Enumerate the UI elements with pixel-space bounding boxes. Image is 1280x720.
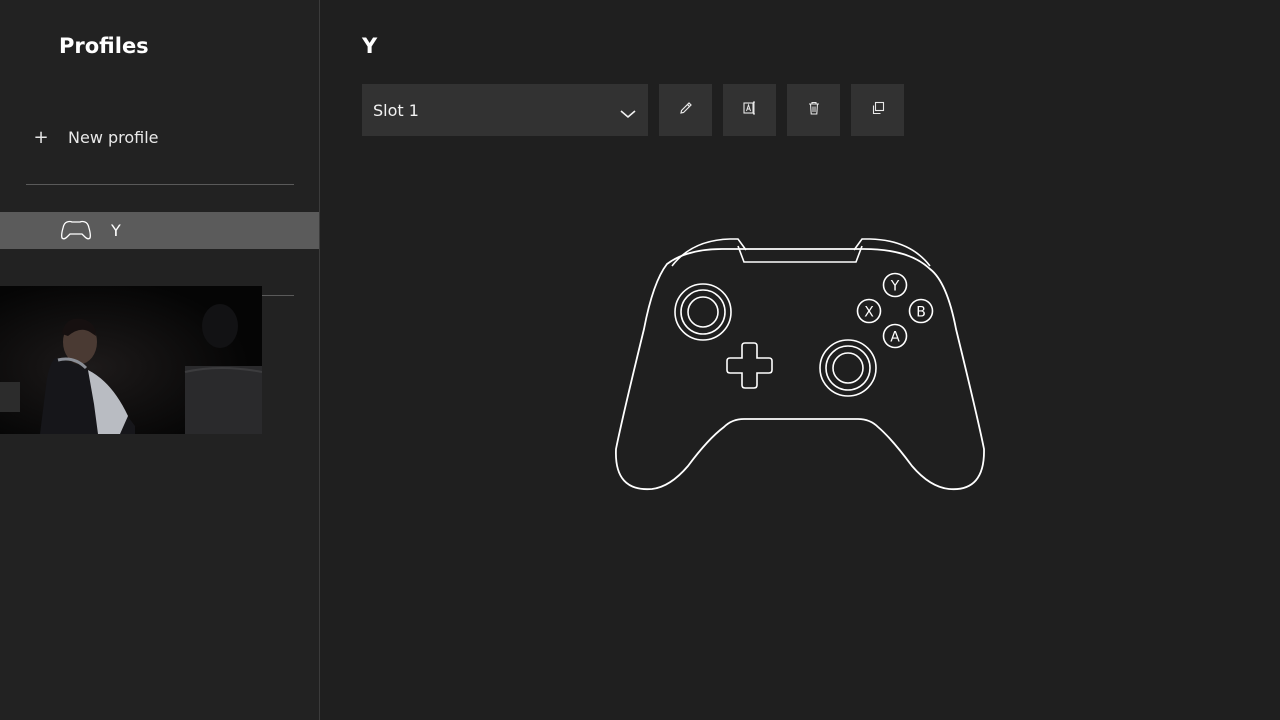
edit-button[interactable] [659,84,712,136]
app-root: Profiles + New profile Y Y Slot 1 Y X B … [0,0,1280,720]
svg-text:B: B [916,305,926,321]
controller-icon [60,220,92,244]
sidebar-title: Profiles [59,34,149,58]
chevron-down-icon [620,104,636,123]
copy-button[interactable] [851,84,904,136]
x-button: X [856,298,882,324]
svg-text:Y: Y [890,279,900,295]
new-profile-label: New profile [68,127,159,147]
rename-button[interactable] [723,84,776,136]
right-bumper [853,238,931,267]
new-profile-button[interactable]: + New profile [26,118,294,156]
controller-outline [615,248,985,490]
profile-item-y[interactable]: Y [0,212,319,249]
delete-trash-icon [806,100,822,120]
left-stick [674,283,732,341]
svg-text:A: A [890,330,900,346]
b-button: B [908,298,934,324]
y-button: Y [882,272,908,298]
right-stick [819,339,877,397]
page-title: Y [362,34,378,58]
rename-icon [742,100,758,120]
profile-item-label: Y [111,221,121,240]
webcam-overlay [0,286,262,434]
controller-diagram: Y X B A [612,234,988,494]
dpad [726,342,773,389]
slot-dropdown-value: Slot 1 [373,100,419,120]
plus-icon: + [33,126,49,148]
a-button: A [882,323,908,349]
slot-dropdown[interactable]: Slot 1 [362,84,648,136]
left-bumper [671,238,747,267]
divider [26,184,294,185]
edit-pencil-icon [678,100,694,120]
svg-text:X: X [864,305,874,321]
copy-icon [870,100,886,120]
delete-button[interactable] [787,84,840,136]
